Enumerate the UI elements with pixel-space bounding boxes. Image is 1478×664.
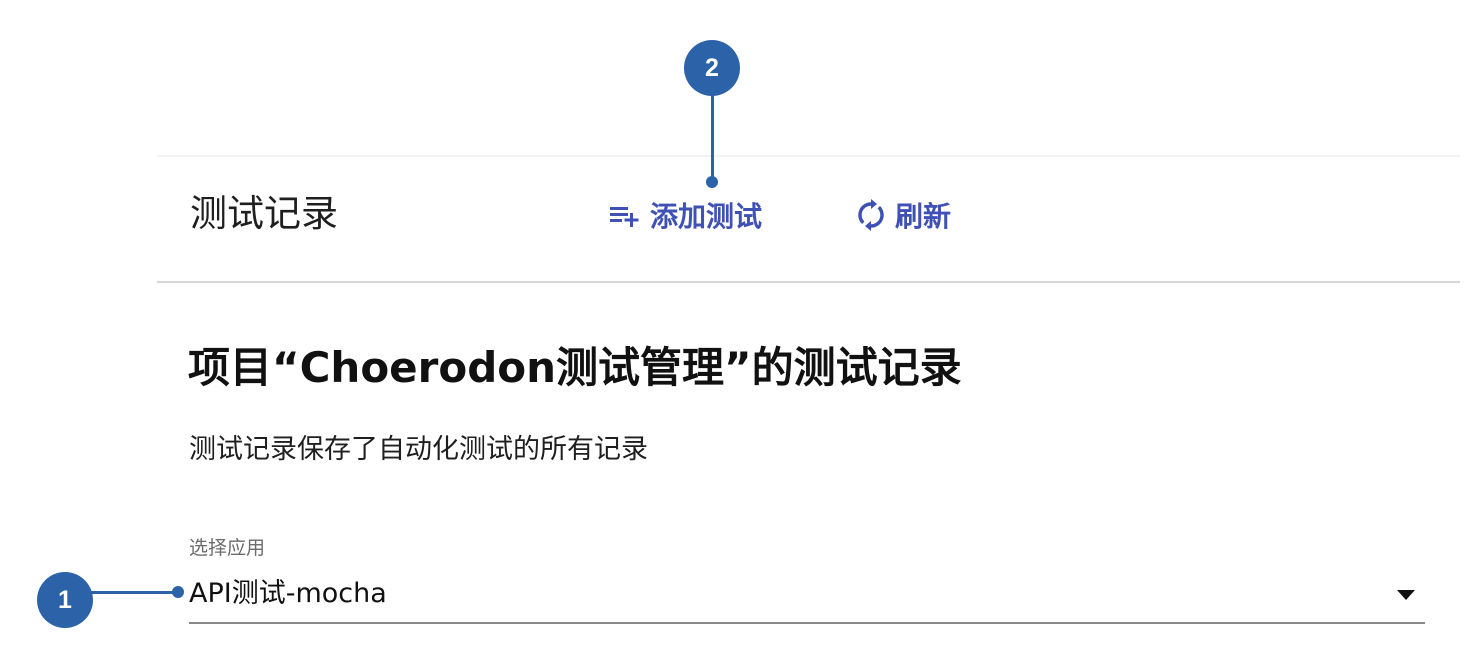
add-test-button[interactable]: 添加测试 bbox=[608, 195, 762, 235]
callout-dot-2 bbox=[706, 176, 718, 188]
callout-badge-2: 2 bbox=[684, 40, 740, 96]
page-title: 测试记录 bbox=[190, 192, 338, 235]
callout-line-2 bbox=[711, 94, 714, 180]
refresh-button[interactable]: 刷新 bbox=[855, 195, 951, 235]
select-app-value: API测试-mocha bbox=[189, 578, 387, 609]
section-description: 测试记录保存了自动化测试的所有记录 bbox=[189, 434, 648, 465]
toolbar-header bbox=[157, 155, 1460, 283]
callout-badge-1: 1 bbox=[37, 572, 93, 628]
section-title: 项目“Choerodon测试管理”的测试记录 bbox=[188, 343, 962, 392]
select-app-dropdown[interactable]: API测试-mocha bbox=[189, 568, 1425, 624]
playlist-add-icon bbox=[608, 202, 642, 228]
callout-line-1 bbox=[90, 591, 178, 594]
callout-dot-1 bbox=[172, 586, 184, 598]
refresh-icon bbox=[855, 198, 887, 232]
caret-down-icon[interactable] bbox=[1397, 590, 1415, 600]
add-test-label: 添加测试 bbox=[650, 200, 763, 233]
select-app-label: 选择应用 bbox=[189, 537, 266, 559]
refresh-label: 刷新 bbox=[895, 200, 952, 233]
